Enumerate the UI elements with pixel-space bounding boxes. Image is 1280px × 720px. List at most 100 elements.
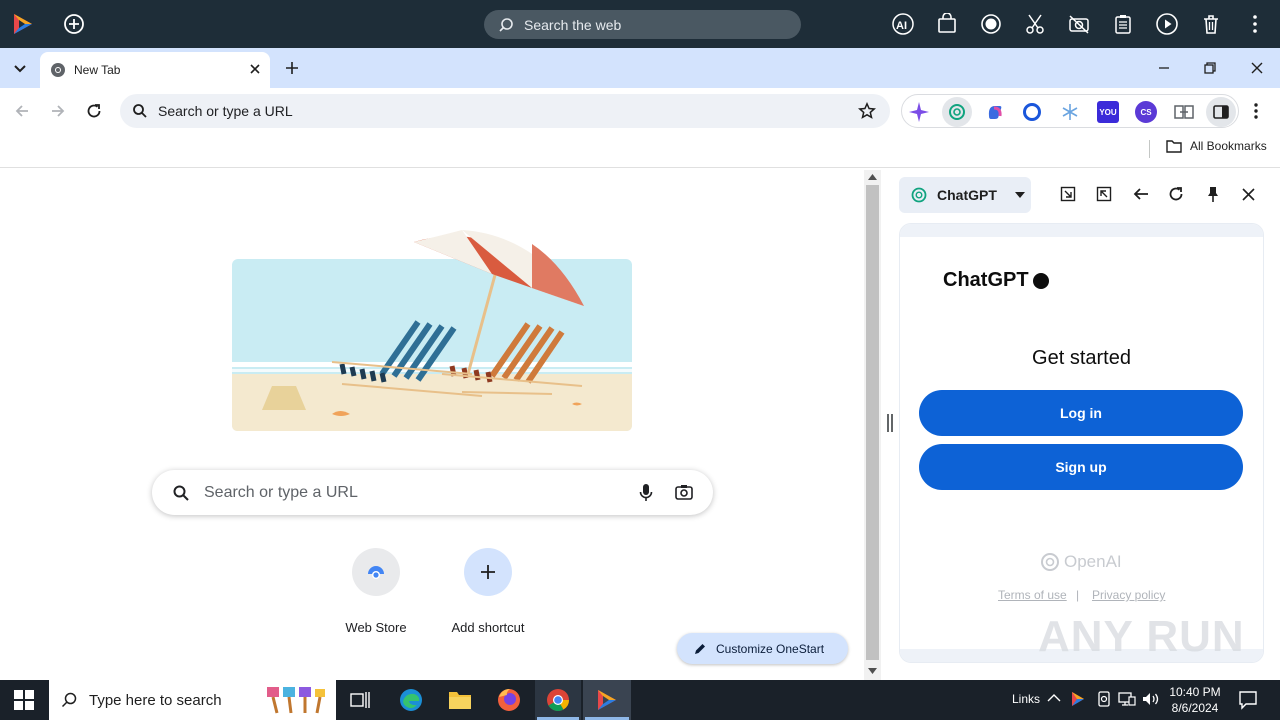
web-search-box[interactable]: Search the web bbox=[484, 10, 801, 39]
firefox-icon[interactable] bbox=[495, 686, 523, 714]
record-icon[interactable] bbox=[978, 11, 1004, 37]
snowflake-extension-icon[interactable] bbox=[1059, 101, 1081, 123]
shortcut-add[interactable]: Add shortcut bbox=[428, 548, 548, 635]
taskbar-search-placeholder: Type here to search bbox=[89, 691, 222, 709]
all-bookmarks-button[interactable]: All Bookmarks bbox=[1166, 139, 1267, 153]
folder-icon bbox=[1166, 140, 1182, 153]
newtab-search-box[interactable]: Search or type a URL bbox=[152, 470, 713, 515]
camera-search-icon[interactable] bbox=[675, 484, 693, 500]
openai-label: OpenAI bbox=[1064, 552, 1122, 571]
file-explorer-icon[interactable] bbox=[446, 686, 474, 714]
back-arrow-icon[interactable] bbox=[13, 102, 31, 120]
tray-network-icon[interactable] bbox=[1118, 691, 1136, 707]
search-icon bbox=[133, 104, 147, 118]
notification-center-icon[interactable] bbox=[1238, 690, 1258, 710]
camera-off-icon[interactable] bbox=[1066, 11, 1092, 37]
openai-logo: OpenAI bbox=[1040, 552, 1122, 572]
customize-label: Customize OneStart bbox=[716, 641, 825, 656]
tray-device-icon[interactable] bbox=[1096, 691, 1112, 707]
tray-chevron-up-icon[interactable] bbox=[1047, 693, 1061, 703]
openai-icon bbox=[1041, 553, 1059, 571]
newtab-search-placeholder: Search or type a URL bbox=[204, 483, 358, 501]
side-panel-selector-label: ChatGPT bbox=[937, 187, 997, 203]
restore-icon[interactable] bbox=[1202, 60, 1218, 76]
caret-down-icon bbox=[1014, 192, 1025, 198]
tray-volume-icon[interactable] bbox=[1142, 691, 1160, 707]
onestart-logo-icon[interactable] bbox=[10, 11, 36, 37]
terms-link[interactable]: Terms of use bbox=[998, 588, 1067, 602]
chatgpt-logo-icon bbox=[911, 187, 927, 203]
shortcut-web-store[interactable]: Web Store bbox=[316, 548, 436, 635]
privacy-link[interactable]: Privacy policy bbox=[1092, 588, 1165, 602]
task-view-icon[interactable] bbox=[346, 686, 374, 714]
browser-menu-icon[interactable] bbox=[1253, 102, 1259, 120]
omnibox[interactable]: Search or type a URL bbox=[120, 94, 890, 128]
clock-time: 10:40 PM bbox=[1169, 685, 1221, 699]
tab-new-tab[interactable]: New Tab bbox=[40, 52, 270, 88]
microphone-icon[interactable] bbox=[639, 483, 653, 503]
copilot-extension-icon[interactable] bbox=[984, 101, 1006, 123]
pin-icon[interactable] bbox=[1206, 186, 1220, 202]
add-icon bbox=[464, 548, 512, 596]
scroll-down-arrow-icon[interactable] bbox=[868, 668, 877, 674]
page-scrollbar-thumb[interactable] bbox=[866, 185, 879, 660]
login-button[interactable]: Log in bbox=[919, 390, 1243, 436]
side-close-icon[interactable] bbox=[1242, 188, 1255, 201]
circle-extension-icon[interactable] bbox=[1021, 101, 1043, 123]
side-panel-toggle-icon[interactable] bbox=[1206, 97, 1236, 127]
search-icon bbox=[61, 692, 77, 708]
links-toolbar-label[interactable]: Links bbox=[1012, 692, 1040, 706]
all-bookmarks-label: All Bookmarks bbox=[1190, 139, 1267, 153]
expand-icon[interactable] bbox=[1096, 186, 1112, 202]
panel-resize-handle[interactable] bbox=[886, 414, 894, 432]
play-icon[interactable] bbox=[1154, 11, 1180, 37]
cs-extension-icon[interactable]: CS bbox=[1135, 101, 1157, 123]
new-tab-button-icon[interactable] bbox=[283, 59, 301, 77]
trash-icon[interactable] bbox=[1198, 11, 1224, 37]
reload-icon[interactable] bbox=[85, 102, 103, 120]
pencil-icon bbox=[695, 643, 705, 654]
omnibox-placeholder: Search or type a URL bbox=[158, 103, 293, 119]
status-dot-icon bbox=[1032, 272, 1049, 289]
signup-button[interactable]: Sign up bbox=[919, 444, 1243, 490]
clipboard-icon[interactable] bbox=[1110, 11, 1136, 37]
bookmark-star-icon[interactable] bbox=[858, 102, 876, 120]
search-icon bbox=[173, 485, 189, 501]
more-vert-icon[interactable] bbox=[1242, 11, 1268, 37]
forward-arrow-icon[interactable] bbox=[49, 102, 67, 120]
you-extension-icon[interactable]: YOU bbox=[1097, 101, 1119, 123]
customize-button[interactable]: Customize OneStart bbox=[677, 633, 848, 664]
shopping-bag-icon[interactable] bbox=[934, 11, 960, 37]
footer-separator: | bbox=[1076, 588, 1080, 602]
web-store-icon bbox=[352, 548, 400, 596]
onestart-taskbar-icon[interactable] bbox=[593, 686, 621, 714]
side-back-arrow-icon[interactable] bbox=[1132, 186, 1149, 202]
minimize-icon[interactable] bbox=[1156, 60, 1172, 76]
tab-search-chevron-icon[interactable] bbox=[10, 58, 30, 78]
side-panel-selector[interactable]: ChatGPT bbox=[899, 177, 1031, 213]
beach-illustration bbox=[232, 224, 632, 432]
anyrun-watermark: ANY RUN bbox=[1038, 612, 1245, 661]
new-tab-plus-icon[interactable] bbox=[62, 12, 86, 36]
tab-close-icon[interactable] bbox=[248, 62, 262, 76]
scissors-icon[interactable] bbox=[1022, 11, 1048, 37]
open-in-tab-icon[interactable] bbox=[1060, 186, 1076, 202]
side-reload-icon[interactable] bbox=[1168, 186, 1184, 202]
app-bar: Search the web AI bbox=[0, 0, 1280, 48]
window-close-icon[interactable] bbox=[1249, 60, 1265, 76]
chatgpt-extension-icon[interactable] bbox=[942, 97, 972, 127]
edge-icon[interactable] bbox=[397, 686, 425, 714]
chatgpt-brand: ChatGPT bbox=[943, 269, 1049, 292]
compare-extension-icon[interactable] bbox=[1173, 101, 1195, 123]
ai-icon[interactable]: AI bbox=[890, 11, 916, 37]
windows-start-icon[interactable] bbox=[14, 690, 34, 710]
scroll-up-arrow-icon[interactable] bbox=[868, 174, 877, 180]
shortcut-label: Add shortcut bbox=[451, 620, 525, 635]
card-top-strip bbox=[900, 224, 1263, 237]
tray-onestart-icon[interactable] bbox=[1070, 691, 1086, 707]
chrome-taskbar-icon[interactable] bbox=[544, 686, 572, 714]
taskbar-search-box[interactable]: Type here to search bbox=[49, 680, 336, 720]
taskbar-clock[interactable]: 10:40 PM 8/6/2024 bbox=[1166, 684, 1224, 716]
extensions-area: YOU CS bbox=[901, 94, 1239, 128]
sparkle-extension-icon[interactable] bbox=[908, 101, 930, 123]
